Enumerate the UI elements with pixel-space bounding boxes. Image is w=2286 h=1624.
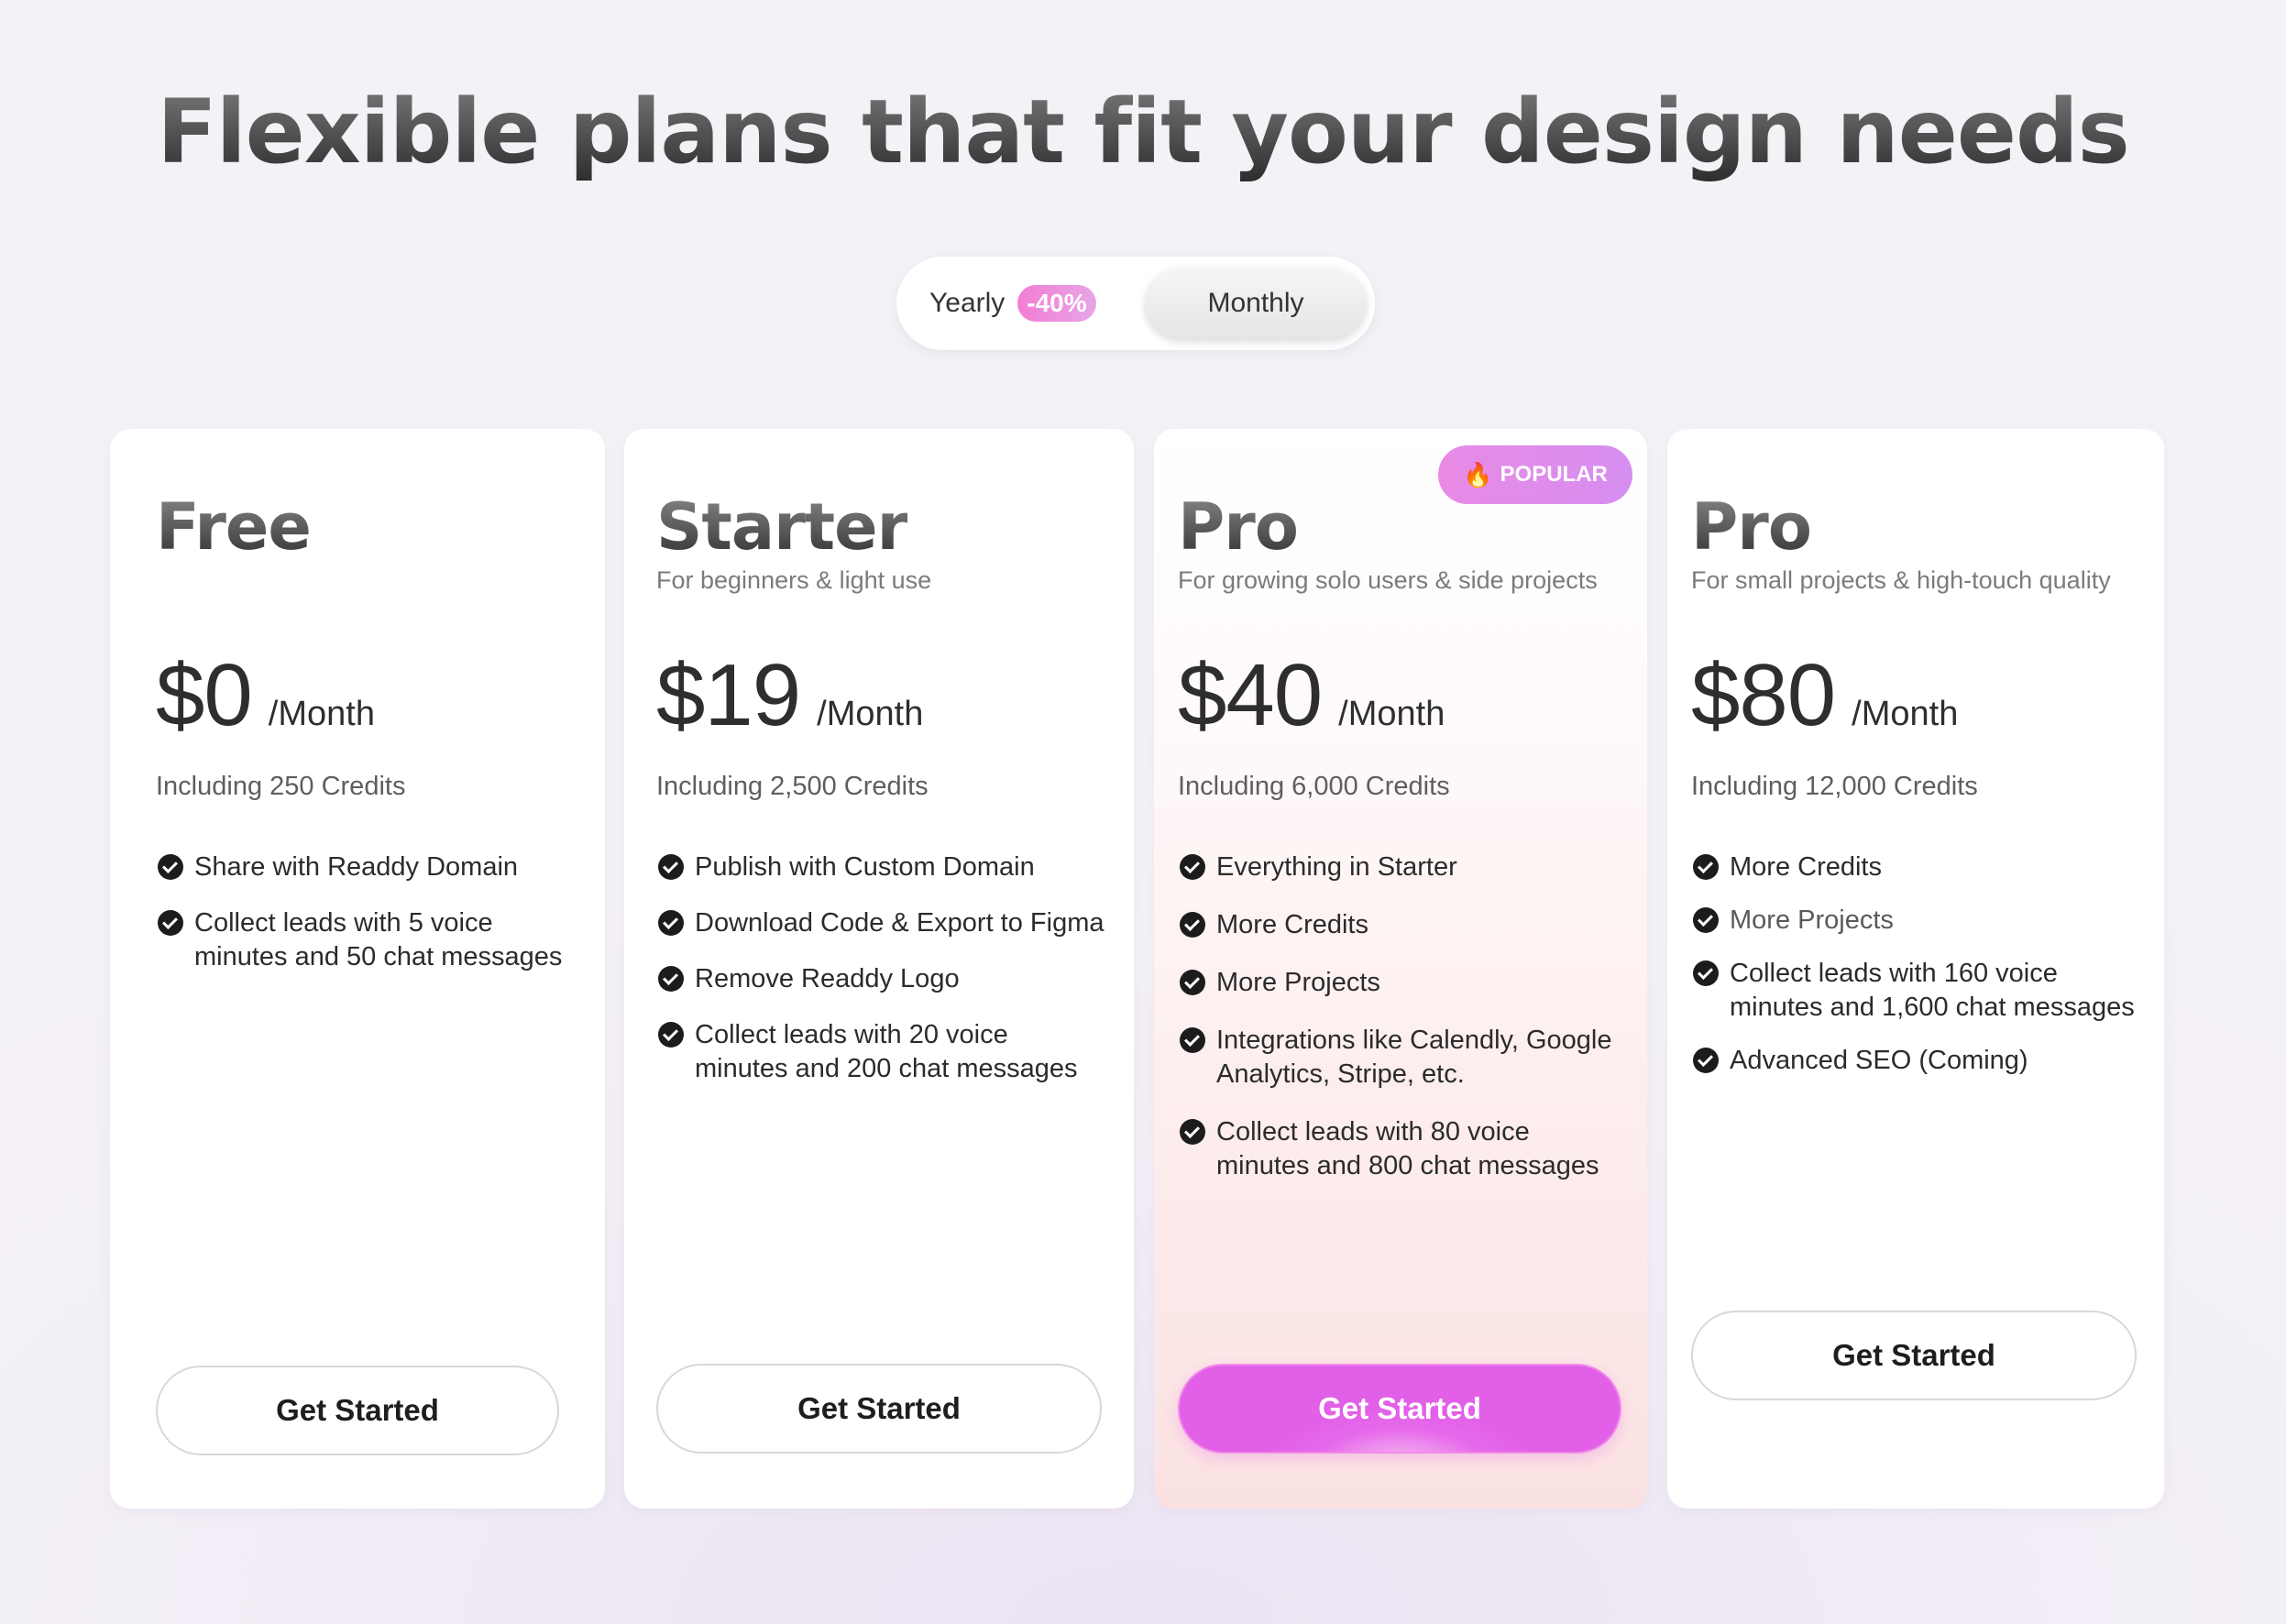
feature-item: Collect leads with 160 voice minutes and … [1693,957,2156,1025]
plan-name: Starter [656,489,908,565]
plan-subtitle: For growing solo users & side projects [1178,566,1598,594]
flame-icon: 🔥 [1463,460,1493,488]
discount-badge: -40% [1017,285,1096,322]
plan-price: $0 /Month [156,645,375,746]
check-circle-icon [1693,960,1719,986]
feature-text: Advanced SEO (Coming) [1730,1046,2028,1075]
feature-text: Everything in Starter [1216,852,1457,882]
feature-text: Download Code & Export to Figma [695,908,1105,938]
feature-text: Publish with Custom Domain [695,852,1035,882]
feature-item: Remove Readdy Logo [658,962,1116,996]
feature-item: More Credits [1180,908,1638,942]
plan-card-free: Free $0 /Month Including 250 Credits Sha… [110,429,605,1509]
check-circle-icon [1693,854,1719,880]
feature-item: Integrations like Calendly, Google Analyt… [1180,1024,1638,1092]
price-amount: $40 [1178,646,1323,744]
popular-badge-label: POPULAR [1500,462,1608,487]
feature-item: Everything in Starter [1180,850,1638,884]
plan-credits: Including 12,000 Credits [1691,772,1978,801]
price-amount: $0 [156,646,253,744]
check-circle-icon [1693,1048,1719,1073]
feature-item: More Projects [1180,966,1638,1000]
check-circle-icon [158,910,183,936]
check-circle-icon [1180,912,1205,938]
check-circle-icon [1180,970,1205,995]
plan-name: Free [156,489,312,565]
get-started-button[interactable]: Get Started [1178,1364,1621,1454]
plan-card-starter: Starter For beginners & light use $19 /M… [624,429,1134,1509]
feature-text: Collect leads with 20 voice minutes and 2… [695,1020,1078,1083]
plan-card-pro-popular: 🔥 POPULAR Pro For growing solo users & s… [1154,429,1647,1509]
check-circle-icon [1180,1119,1205,1145]
price-amount: $19 [656,646,801,744]
billing-toggle[interactable]: Yearly -40% Monthly [896,257,1375,350]
check-circle-icon [658,1022,684,1048]
price-period: /Month [817,695,924,733]
plan-name: Pro [1691,489,1812,565]
price-amount: $80 [1691,646,1836,744]
feature-item: Advanced SEO (Coming) [1693,1044,2156,1078]
get-started-button[interactable]: Get Started [1691,1311,2137,1400]
check-circle-icon [1693,907,1719,933]
plan-credits: Including 2,500 Credits [656,772,929,801]
feature-list: More Credits More Projects Collect leads… [1693,850,2156,1100]
check-circle-icon [658,966,684,992]
feature-text: Collect leads with 80 voice minutes and 8… [1216,1117,1599,1180]
plan-subtitle: For beginners & light use [656,566,932,594]
feature-item: Collect leads with 5 voice minutes and 50… [158,906,588,974]
plan-price: $80 /Month [1691,645,1958,746]
plan-card-pro: Pro For small projects & high-touch qual… [1667,429,2164,1509]
get-started-button[interactable]: Get Started [656,1364,1102,1454]
feature-text: Share with Readdy Domain [194,852,519,882]
feature-text: More Credits [1216,910,1368,939]
feature-text: Collect leads with 160 voice minutes and … [1730,959,2135,1022]
feature-item: More Credits [1693,850,2156,884]
feature-text: Collect leads with 5 voice minutes and 50… [194,908,563,971]
feature-item: Download Code & Export to Figma [658,906,1116,940]
price-period: /Month [268,695,375,733]
feature-text: Integrations like Calendly, Google Analyt… [1216,1026,1612,1089]
feature-text: More Credits [1730,852,1882,882]
feature-list: Share with Readdy Domain Collect leads w… [158,850,588,996]
plan-price: $40 /Month [1178,645,1445,746]
feature-item: Share with Readdy Domain [158,850,588,884]
feature-item: Collect leads with 80 voice minutes and 8… [1180,1115,1638,1183]
price-period: /Month [1338,695,1445,733]
check-circle-icon [658,910,684,936]
feature-item: Collect leads with 20 voice minutes and 2… [658,1018,1116,1086]
check-circle-icon [1180,1027,1205,1053]
plan-price: $19 /Month [656,645,923,746]
feature-text: Remove Readdy Logo [695,964,960,993]
plan-credits: Including 250 Credits [156,772,406,801]
plan-subtitle: For small projects & high-touch quality [1691,566,2111,594]
feature-text: More Projects [1216,968,1380,997]
check-circle-icon [658,854,684,880]
feature-item: More Projects [1693,904,2156,938]
feature-list: Publish with Custom Domain Download Code… [658,850,1116,1108]
check-circle-icon [158,854,183,880]
popular-badge: 🔥 POPULAR [1438,445,1632,504]
toggle-yearly-option[interactable]: Yearly -40% [929,257,1096,350]
plan-credits: Including 6,000 Credits [1178,772,1450,801]
feature-list: Everything in Starter More Credits More … [1180,850,1638,1205]
get-started-button[interactable]: Get Started [156,1366,559,1455]
plan-name: Pro [1178,489,1299,565]
price-period: /Month [1852,695,1959,733]
check-circle-icon [1180,854,1205,880]
feature-item: Publish with Custom Domain [658,850,1116,884]
feature-text: More Projects [1730,905,1894,935]
toggle-monthly-option[interactable]: Monthly [1144,266,1368,341]
yearly-label: Yearly [929,288,1006,318]
page-title: Flexible plans that fit your design need… [0,81,2286,183]
